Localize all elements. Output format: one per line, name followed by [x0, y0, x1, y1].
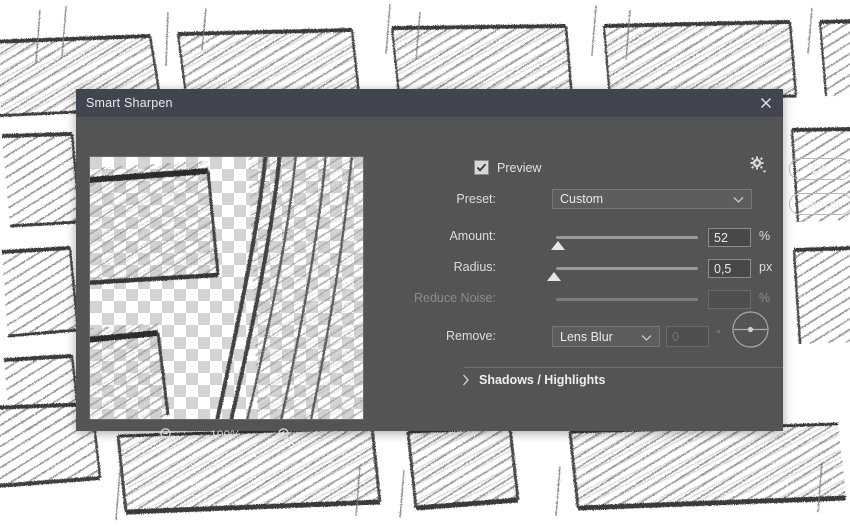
reduce-noise-slider-track — [556, 298, 698, 301]
zoom-level-label: 100% — [210, 428, 241, 442]
cancel-button[interactable]: Cancel — [789, 193, 850, 215]
dialog-title: Smart Sharpen — [86, 96, 173, 110]
preset-label: Preset: — [456, 192, 496, 206]
preset-value: Custom — [560, 192, 604, 206]
preview-checkbox-row[interactable]: Preview — [474, 160, 541, 175]
amount-label: Amount: — [449, 229, 496, 243]
amount-input[interactable]: 52 — [708, 228, 751, 247]
preview-checkbox[interactable] — [474, 160, 489, 175]
angle-unit: ° — [716, 327, 721, 341]
radius-input[interactable]: 0,5 — [708, 259, 751, 278]
amount-unit: % — [759, 229, 771, 243]
amount-slider-thumb[interactable] — [551, 241, 565, 250]
shadows-highlights-label: Shadows / Highlights — [479, 373, 606, 387]
angle-dial-icon[interactable] — [731, 310, 770, 349]
shadows-highlights-toggle[interactable]: Shadows / Highlights — [462, 373, 605, 387]
zoom-controls: 100% — [89, 422, 362, 448]
preview-image[interactable] — [89, 156, 364, 420]
controls-panel: Preview OK Cancel Preset: Custom Amount:… — [372, 117, 850, 431]
smart-sharpen-dialog: Smart Sharpen 100% Preview OK Cancel Pre… — [76, 89, 850, 443]
remove-value: Lens Blur — [560, 329, 613, 344]
angle-input: 0 — [666, 326, 709, 347]
amount-slider-track[interactable] — [556, 236, 698, 239]
caret-down-icon — [762, 170, 767, 173]
preset-select[interactable]: Custom — [552, 189, 752, 209]
chevron-down-icon — [641, 335, 652, 341]
dialog-titlebar[interactable]: Smart Sharpen — [76, 89, 783, 117]
remove-select[interactable]: Lens Blur — [552, 326, 660, 347]
radius-slider-track[interactable] — [556, 267, 698, 270]
zoom-out-icon[interactable] — [158, 426, 176, 444]
shadows-highlights-divider — [464, 367, 783, 368]
close-icon[interactable] — [755, 92, 777, 114]
radius-label: Radius: — [453, 260, 496, 274]
preview-sketch-content — [90, 157, 363, 419]
radius-unit: px — [759, 260, 773, 274]
reduce-noise-input — [708, 290, 751, 309]
check-icon — [476, 163, 487, 172]
reduce-noise-label: Reduce Noise: — [414, 291, 496, 305]
dialog-body: 100% Preview OK Cancel Preset: Custom Am… — [76, 117, 850, 443]
chevron-down-icon — [733, 197, 744, 203]
preview-label: Preview — [497, 160, 542, 175]
gear-icon[interactable] — [748, 155, 772, 177]
remove-label: Remove: — [445, 329, 496, 343]
reduce-noise-unit: % — [759, 291, 771, 305]
ok-button[interactable]: OK — [789, 158, 850, 180]
chevron-right-icon — [463, 374, 469, 386]
radius-slider-thumb[interactable] — [547, 272, 561, 281]
zoom-in-icon[interactable] — [276, 426, 294, 444]
